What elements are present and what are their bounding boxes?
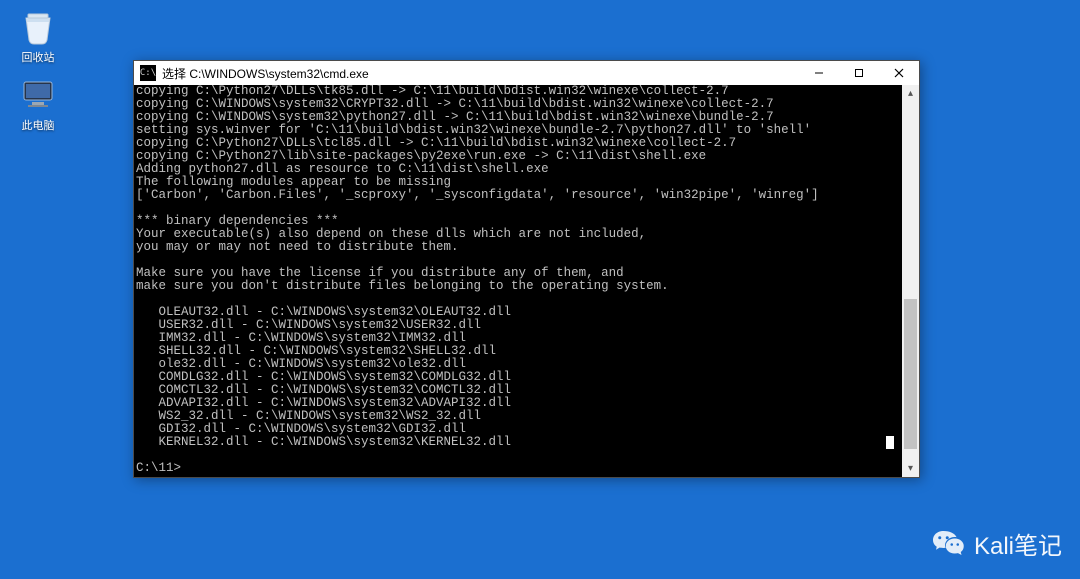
titlebar[interactable]: C:\ 选择 C:\WINDOWS\system32\cmd.exe bbox=[134, 61, 919, 85]
scroll-thumb[interactable] bbox=[904, 299, 917, 449]
cmd-window: C:\ 选择 C:\WINDOWS\system32\cmd.exe copyi… bbox=[133, 60, 920, 478]
scroll-down-button[interactable]: ▾ bbox=[902, 460, 919, 477]
scroll-up-button[interactable]: ▴ bbox=[902, 85, 919, 102]
terminal-output[interactable]: copying C:\Python27\DLLs\tk85.dll -> C:\… bbox=[134, 85, 902, 477]
close-button[interactable] bbox=[879, 61, 919, 85]
recycle-bin-icon bbox=[18, 6, 58, 46]
terminal-wrap: copying C:\Python27\DLLs\tk85.dll -> C:\… bbox=[134, 85, 919, 477]
desktop-icon-label: 此电脑 bbox=[6, 117, 70, 133]
minimize-button[interactable] bbox=[799, 61, 839, 85]
minimize-icon bbox=[814, 68, 824, 78]
wechat-icon bbox=[930, 525, 966, 561]
watermark-text: Kali笔记 bbox=[974, 526, 1062, 561]
selection-cursor bbox=[886, 436, 894, 449]
desktop-icon-this-pc[interactable]: 此电脑 bbox=[6, 74, 70, 133]
desktop-icon-label: 回收站 bbox=[6, 49, 70, 65]
scroll-track[interactable] bbox=[902, 102, 919, 460]
window-title: 选择 C:\WINDOWS\system32\cmd.exe bbox=[162, 65, 799, 82]
watermark: Kali笔记 bbox=[930, 525, 1062, 561]
vertical-scrollbar[interactable]: ▴ ▾ bbox=[902, 85, 919, 477]
maximize-icon bbox=[854, 68, 864, 78]
close-icon bbox=[894, 68, 904, 78]
maximize-button[interactable] bbox=[839, 61, 879, 85]
cmd-icon: C:\ bbox=[140, 65, 156, 81]
desktop-icon-recycle-bin[interactable]: 回收站 bbox=[6, 6, 70, 65]
this-pc-icon bbox=[18, 74, 58, 114]
